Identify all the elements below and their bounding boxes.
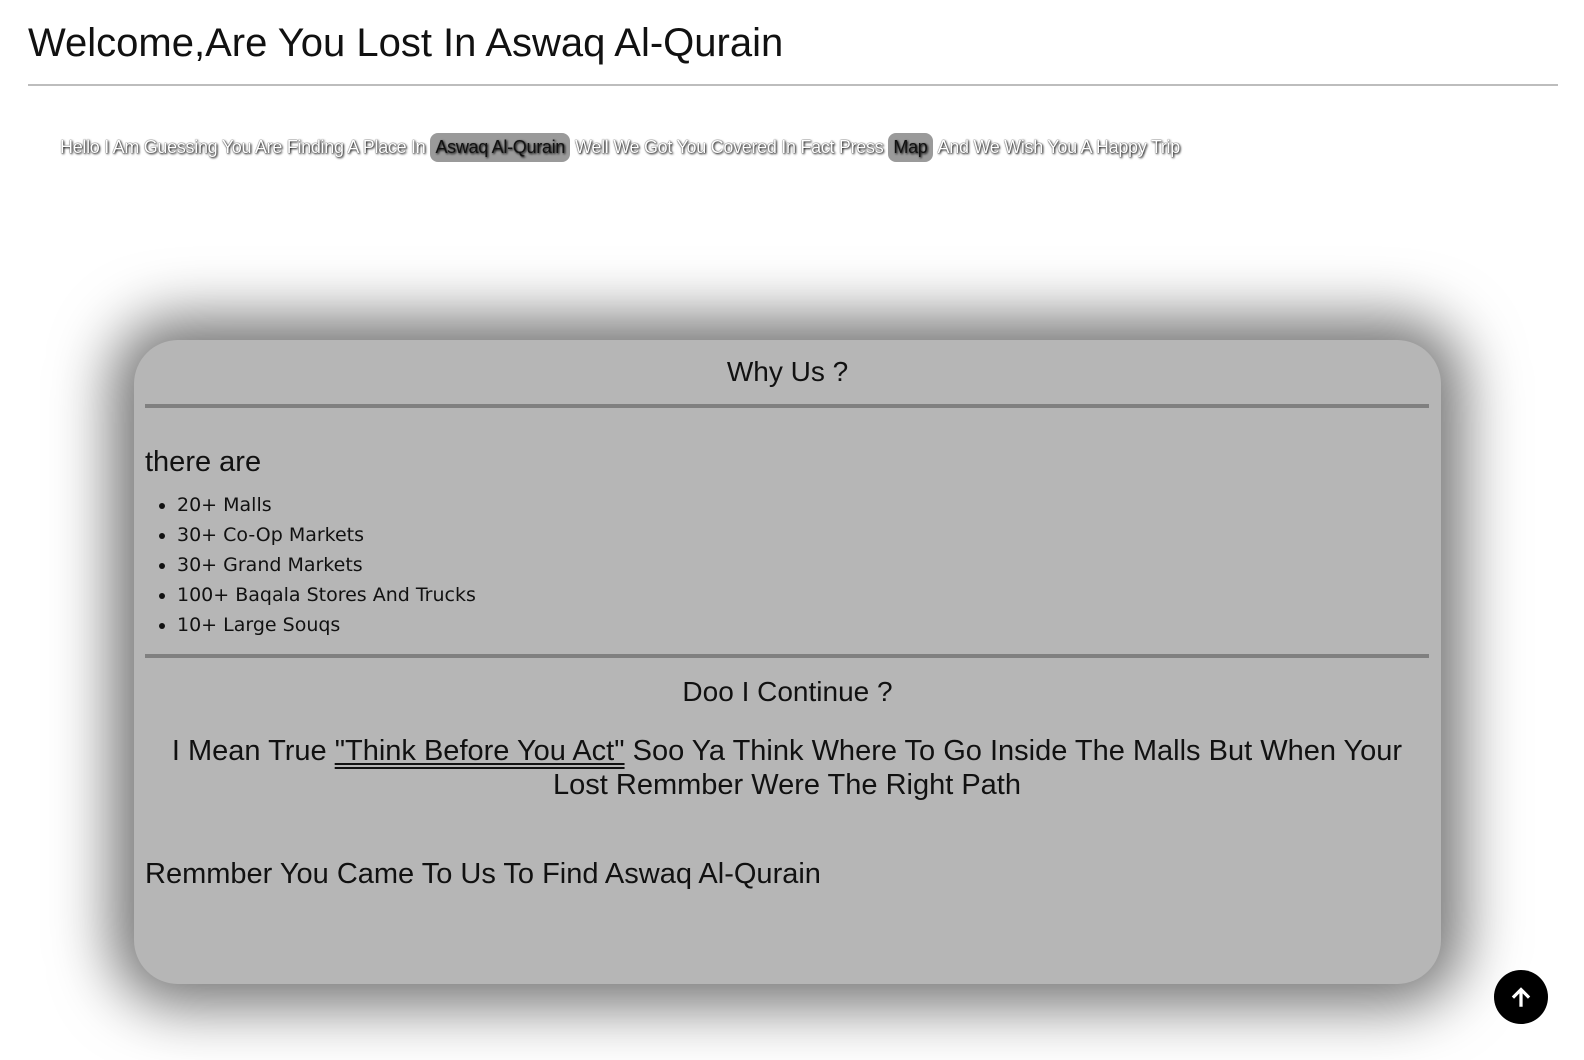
page-title: Welcome,Are You Lost In Aswaq Al-Qurain [28, 21, 784, 65]
why-us-card: Why Us ? there are 20+ Malls 30+ Co-Op M… [134, 340, 1441, 984]
list-item: 30+ Grand Markets [177, 550, 476, 580]
advice-paragraph: I Mean True "Think Before You Act" Soo Y… [154, 734, 1420, 802]
intro-text-middle: Well We Got You Covered In Fact Press [575, 136, 884, 157]
aswaq-al-qurain-link[interactable]: Aswaq Al-Qurain [430, 132, 571, 162]
think-before-you-act-link[interactable]: "Think Before You Act" [335, 735, 625, 767]
why-us-heading: Why Us ? [726, 356, 849, 387]
scroll-to-top-button[interactable] [1494, 970, 1548, 1024]
intro-text-end: And We Wish You A Happy Trip [937, 136, 1181, 157]
advice-text-start: I Mean True [171, 735, 327, 767]
list-label: there are [145, 446, 262, 478]
closing-text: Remmber You Came To Us To Find Aswaq Al-… [145, 858, 821, 890]
title-divider [28, 84, 1558, 86]
advice-text-end: Soo Ya Think Where To Go Inside The Mall… [553, 735, 1403, 801]
list-item: 20+ Malls [177, 490, 476, 520]
list-item: 100+ Baqala Stores And Trucks [177, 580, 476, 610]
intro-line: Hello I Am Guessing You Are Finding A Pl… [60, 132, 1185, 162]
section-divider [145, 654, 1429, 658]
facts-list: 20+ Malls 30+ Co-Op Markets 30+ Grand Ma… [177, 490, 476, 640]
intro-text-start: Hello I Am Guessing You Are Finding A Pl… [60, 136, 426, 157]
list-item: 30+ Co-Op Markets [177, 520, 476, 550]
list-item: 10+ Large Souqs [177, 610, 476, 640]
arrow-up-icon [1511, 987, 1531, 1007]
continue-heading: Doo I Continue ? [682, 676, 893, 707]
map-link[interactable]: Map [888, 132, 933, 162]
why-us-divider [145, 404, 1429, 408]
